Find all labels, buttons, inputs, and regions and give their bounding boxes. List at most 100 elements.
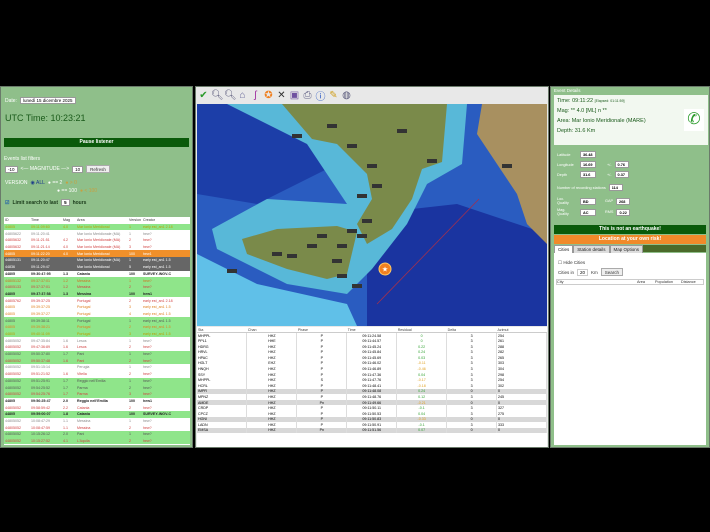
error-value[interactable]: 0.76 (614, 161, 629, 168)
station-marker[interactable] (227, 269, 237, 273)
field-value[interactable]: 31.6 (580, 171, 596, 178)
col-population[interactable]: Population (655, 280, 681, 284)
station-marker[interactable] (367, 164, 377, 168)
station-marker[interactable] (357, 194, 367, 198)
station-marker[interactable] (347, 144, 357, 148)
map-canvas[interactable]: ★ (197, 104, 547, 326)
station-marker[interactable] (337, 274, 347, 278)
pause-listener-button[interactable]: Pause listener (4, 138, 189, 147)
station-marker[interactable] (332, 259, 342, 263)
field-value[interactable]: BD (580, 197, 596, 205)
close-icon[interactable]: ✕ (276, 90, 287, 101)
event-row[interactable]: 44805132 09:37:37:01 1.2 Messina 1 hew? (4, 277, 190, 284)
event-row[interactable]: 44805 09:11:22:20 4.0 Mar Ionio Meridional 1… (4, 250, 190, 258)
event-row[interactable]: 44805052 10:15:26:12 2.0 Pani 1 hew? (4, 431, 190, 438)
event-row[interactable]: 44805 09:39:37:27 Portugal 4 early est_an1 1… (4, 310, 190, 318)
event-row[interactable]: 44805 09:56:25:47 2.0 Reggio nell'Emilia 100… (4, 397, 190, 405)
select-box-icon[interactable]: ▣ (289, 90, 300, 101)
event-row[interactable]: 44805052 10:15:27:52 4.1 L'Aquila 2 hew? (4, 437, 190, 445)
col-version[interactable]: Version (128, 217, 142, 224)
station-marker[interactable] (272, 252, 282, 256)
station-marker[interactable] (372, 184, 382, 188)
station-marker[interactable] (397, 129, 407, 133)
star-icon[interactable]: ✪ (263, 90, 274, 101)
date-picker[interactable]: lunedì 15 dicembre 2025 (19, 97, 76, 104)
col-id[interactable]: ID (4, 217, 30, 224)
event-row[interactable]: 44805133 09:37:37:01 1.2 Messina 2 hew? (4, 283, 190, 291)
event-row[interactable]: 44805 09:59:00:07 1.8 Catania 100 SURVEY-INGV… (4, 410, 190, 418)
field-value[interactable]: 36.48 (580, 151, 596, 158)
zoom-in-icon[interactable]: 🔍︎ (211, 90, 224, 101)
location-risk-button[interactable]: Location at your own risk! (554, 235, 706, 244)
event-row[interactable]: 44805 09:40:11:09 Portugal 3 early est_an1 1… (4, 330, 190, 338)
col-city[interactable]: City (557, 280, 637, 284)
version-100-radio[interactable]: ● == 100 (57, 188, 77, 194)
station-marker[interactable] (307, 244, 317, 248)
refresh-button[interactable]: Refresh (86, 165, 110, 173)
event-row[interactable]: 44805622 09:11:20:41 Mar Ionio Meridionale… (4, 230, 190, 238)
event-row[interactable]: 44805052 09:51:21:52 1.6 Vitella 2 hew? (4, 370, 190, 378)
event-row[interactable]: 44805632 09:11:21:51 4.2 Mar Ionio Meridion… (4, 237, 190, 244)
station-marker[interactable] (427, 159, 437, 163)
italy-icon[interactable]: ʃ (250, 90, 261, 101)
check-icon[interactable]: ✔ (198, 90, 209, 101)
event-row[interactable]: 44805052 10:08:47:29 1.1 Messina 1 hew? (4, 417, 190, 425)
event-row[interactable]: 44805 09:39:38:21 Portugal 2 early est_an1 1… (4, 324, 190, 331)
zoom-out-icon[interactable]: 🔍︎ (224, 90, 237, 101)
version-all-radio[interactable]: ◉ ALL (31, 180, 45, 186)
globe-icon[interactable]: ◍ (341, 90, 352, 101)
station-row[interactable]: EMSA HHZ Pn 09:11:51.56 0.07 0 0 (197, 427, 547, 434)
station-marker[interactable] (362, 219, 372, 223)
col-distance[interactable]: Distance (681, 280, 696, 284)
event-row[interactable]: 44805052 10:08:47:59 1.1 Messina 2 hew? (4, 424, 190, 431)
field-value[interactable]: 0.22 (616, 208, 631, 216)
event-row[interactable]: 44805052 09:47:36:89 1.6 Lesos 2 hew? (4, 344, 190, 351)
station-marker[interactable] (347, 229, 357, 233)
event-row[interactable]: 44805 09:37:37:58 1.3 Messina 100 hew1 (4, 290, 190, 298)
event-row[interactable]: 44805052 09:50:37:80 1.7 Pani 1 hew? (4, 350, 190, 358)
not-earthquake-button[interactable]: This is not an earthquake! (554, 225, 706, 234)
event-row[interactable]: 44805762 09:39:37:25 Portugal 2 early est_an… (4, 297, 190, 304)
version-2-radio[interactable]: ● == 2 (48, 180, 62, 186)
col-area[interactable]: Area (76, 217, 128, 224)
event-row[interactable]: 44805131 09:11:20:47 Mar Ionio Meridionale… (4, 257, 190, 264)
event-row[interactable]: 44805052 09:54:25:52 1.7 Parma 2 hew? (4, 384, 190, 391)
event-row[interactable]: 44805052 09:51:15:14 Perugia 1 hew? (4, 364, 190, 371)
station-marker[interactable] (292, 134, 302, 138)
col-time[interactable]: Time (30, 217, 62, 224)
limit-hours-input[interactable]: 5 (61, 199, 70, 206)
station-marker[interactable] (327, 124, 337, 128)
info-icon[interactable]: ⓘ (315, 88, 326, 103)
phone-icon[interactable]: ✆ (684, 109, 704, 131)
field-value[interactable]: AC (580, 208, 596, 216)
nsta-value[interactable]: 114 (608, 184, 623, 191)
print-icon[interactable]: ⎙ (302, 90, 313, 101)
search-button[interactable]: Search (600, 268, 624, 276)
event-row[interactable]: 44805052 09:58:59:42 2.2 Catania 2 hew? (4, 404, 190, 411)
event-row[interactable]: 44805632 09:11:21:14 4.0 Mar Ionio Meridion… (4, 243, 190, 251)
station-marker[interactable] (337, 244, 347, 248)
event-row[interactable]: 44836 09:11:29:47 Mar Ionio Meridional 5 ear… (4, 263, 190, 271)
col-creator[interactable]: Creator (142, 217, 190, 224)
station-marker[interactable] (352, 284, 362, 288)
event-row[interactable]: 44805 09:39:38:11 Portugal 1 early est_an1 1… (4, 317, 190, 324)
col-mag[interactable]: Mag (62, 217, 76, 224)
station-marker[interactable] (357, 234, 367, 238)
field-value[interactable]: 16.69 (580, 161, 596, 168)
event-row[interactable]: 44805052 09:50:37:48 1.6 Pani 2 hew? (4, 357, 190, 365)
version-gt0-radio[interactable]: ● > 0 (65, 180, 77, 186)
event-row[interactable]: 44805 09:30:47:95 1.3 Catania 100 SURVEY-INGV… (4, 270, 190, 278)
home-icon[interactable]: ⌂ (237, 90, 248, 101)
station-marker[interactable] (317, 234, 327, 238)
radius-input[interactable]: 20 (577, 268, 589, 276)
pencil-icon[interactable]: ✎ (328, 90, 339, 101)
event-row[interactable]: 44805052 09:51:25:91 1.7 Reggio nell'Emilia… (4, 377, 190, 385)
col-area[interactable]: Area (637, 280, 655, 284)
event-row[interactable]: 44805052 09:54:25:76 1.7 Parma 3 hew? (4, 390, 190, 398)
station-marker[interactable] (287, 254, 297, 258)
event-row[interactable]: 44805 09:11:09:60 4.0 Mar Ionio Meridional 1… (4, 223, 190, 231)
mag-max-input[interactable]: 10 (72, 165, 84, 173)
mag-min-input[interactable]: -10 (5, 165, 18, 173)
field-value[interactable]: 268 (616, 197, 631, 205)
limit-checkbox[interactable]: ☑ (5, 200, 9, 206)
